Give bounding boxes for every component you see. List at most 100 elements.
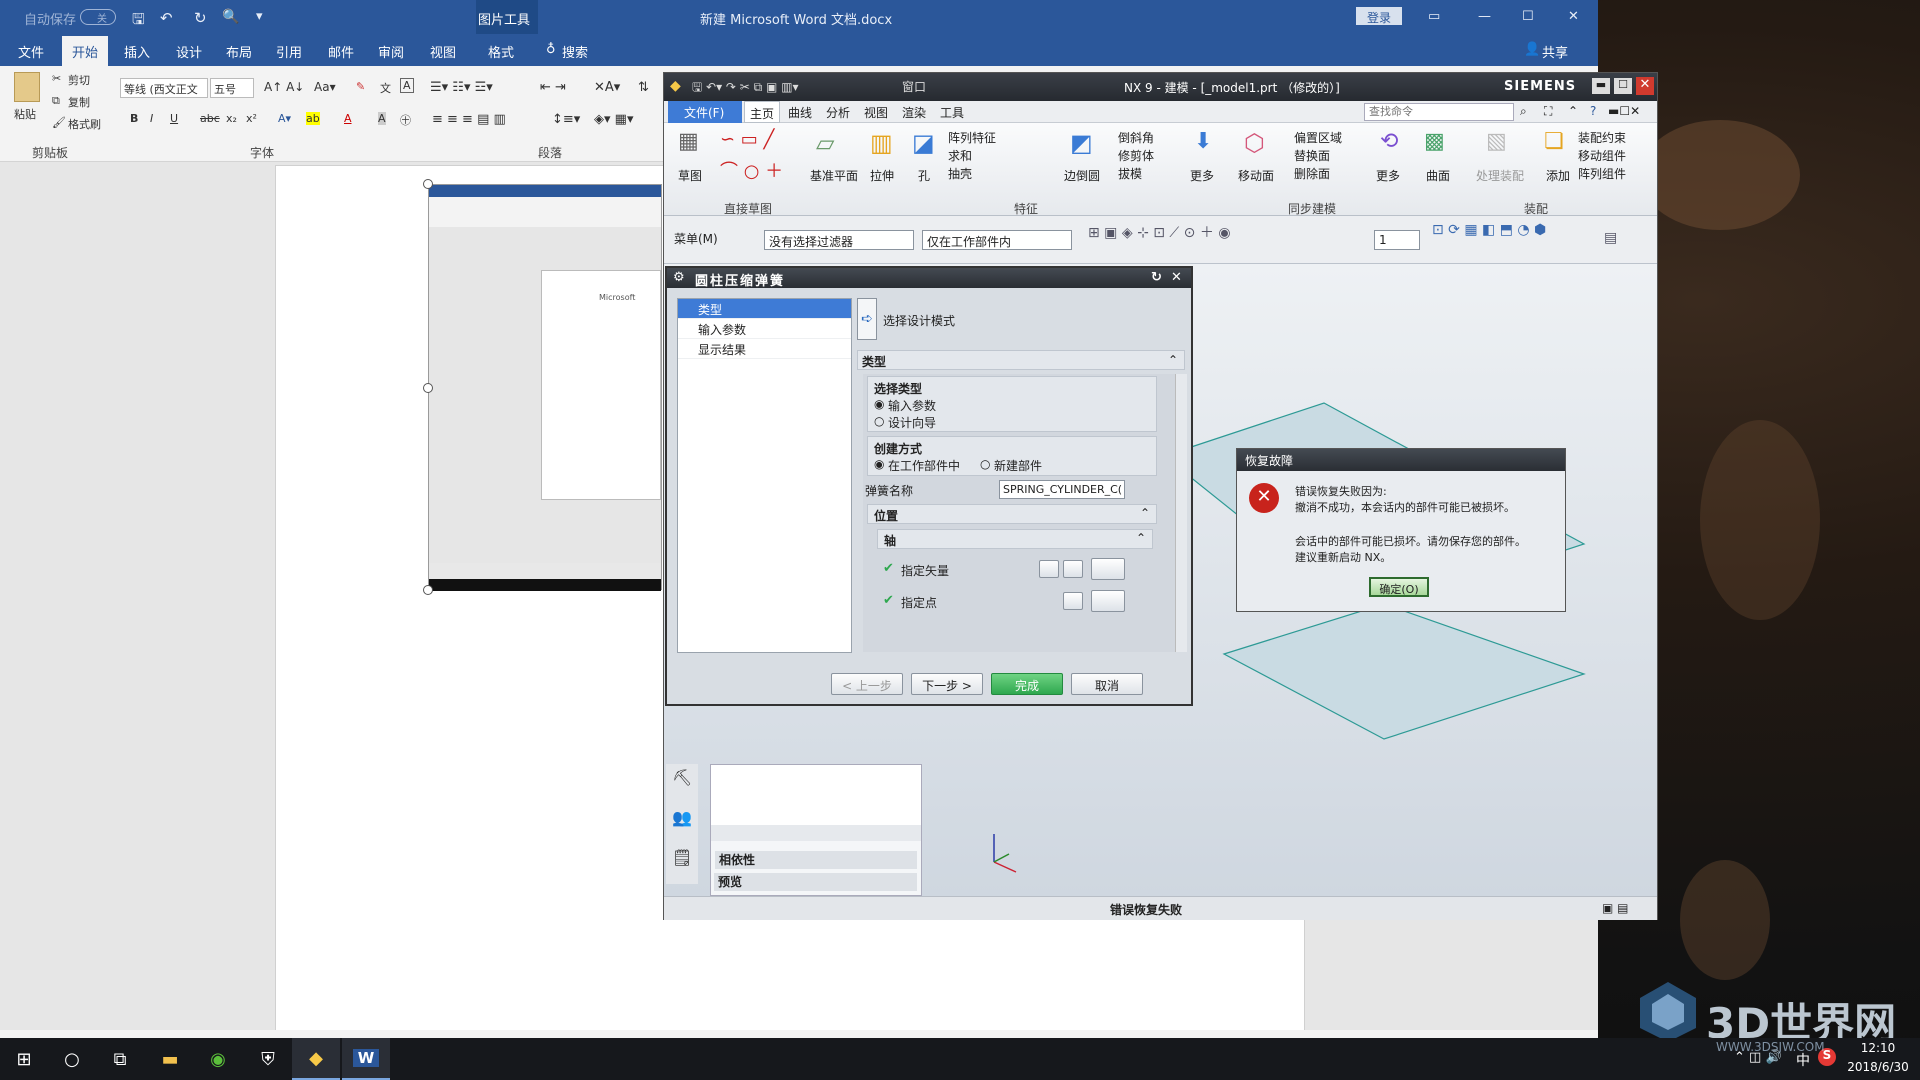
redo-icon[interactable]: ↻: [194, 9, 207, 27]
layer-select[interactable]: 1: [1374, 230, 1420, 250]
spring-name-input[interactable]: SPRING_CYLINDER_C(: [999, 480, 1125, 499]
browser-icon[interactable]: ◉: [194, 1038, 242, 1080]
cut-icon[interactable]: ✂: [52, 72, 61, 85]
position-section-header[interactable]: 位置 ⌃: [867, 504, 1157, 524]
highlight-icon[interactable]: ab: [306, 112, 320, 125]
superscript-icon[interactable]: x²: [246, 112, 257, 125]
collapse-icon[interactable]: ⌃: [1140, 506, 1150, 520]
share-button[interactable]: 共享: [1542, 42, 1568, 61]
more2-icon[interactable]: ⟲: [1380, 129, 1398, 154]
strikethrough-icon[interactable]: abc: [200, 112, 220, 125]
word-taskbar-icon[interactable]: W: [342, 1038, 390, 1080]
menu-curve[interactable]: 曲线: [788, 104, 812, 121]
sketch-button[interactable]: 草图: [678, 167, 702, 184]
sort-icon[interactable]: ⇅: [638, 80, 649, 95]
radio-new-part[interactable]: ○: [980, 457, 990, 471]
more-icon[interactable]: ⬇: [1194, 129, 1212, 154]
start-icon[interactable]: ⊞: [0, 1038, 48, 1080]
move-face-icon[interactable]: ⬡: [1244, 129, 1265, 157]
navigator-list[interactable]: [711, 765, 921, 825]
more2-button[interactable]: 更多: [1376, 167, 1400, 184]
print-preview-icon[interactable]: 🔍: [222, 9, 239, 25]
sketch-arc-tools-icon[interactable]: ⌒ ○ ＋: [720, 157, 783, 183]
offset-region-button[interactable]: 偏置区域: [1294, 129, 1342, 146]
point-type-dropdown[interactable]: [1091, 590, 1125, 612]
sub-window-controls-icon[interactable]: ▬☐✕: [1608, 104, 1640, 118]
nx-taskbar-icon[interactable]: ◆: [292, 1038, 340, 1080]
window-menu[interactable]: 窗口: [902, 78, 926, 95]
history-icon[interactable]: 🗒: [672, 848, 692, 867]
pattern-feature-button[interactable]: 阵列特征: [948, 129, 996, 146]
status-icons[interactable]: ▣ ▤: [1602, 901, 1629, 915]
ribbon-display-icon[interactable]: ▭: [1428, 9, 1440, 24]
replace-face-button[interactable]: 替换面: [1294, 147, 1330, 164]
shading-icon[interactable]: ◈▾ ▦▾: [594, 112, 633, 127]
collapse-ribbon-icon[interactable]: ⌃: [1568, 104, 1578, 118]
nx-quick-access-icon[interactable]: 🖫 ↶▾ ↷ ✂ ⧉ ▣ ▥▾: [692, 78, 799, 99]
hole-button[interactable]: 孔: [918, 167, 930, 184]
options-scrollbar[interactable]: [1175, 374, 1187, 652]
assembly-constraints-button[interactable]: 装配约束: [1578, 129, 1626, 146]
resize-handle[interactable]: [423, 179, 433, 189]
undo-icon[interactable]: ↶: [160, 9, 173, 27]
clear-format-icon[interactable]: ✎: [356, 80, 365, 93]
clock-date[interactable]: 2018/6/30: [1844, 1060, 1912, 1074]
format-painter-icon[interactable]: 🖌: [52, 116, 66, 129]
tab-insert[interactable]: 插入: [124, 42, 150, 61]
edge-blend-button[interactable]: 边倒圆: [1064, 167, 1100, 184]
character-shading-icon[interactable]: A: [378, 112, 386, 125]
search-icon[interactable]: ⌕: [1520, 104, 1527, 119]
selection-scope-select[interactable]: 仅在工作部件内: [922, 230, 1072, 250]
point-dialog-icon[interactable]: [1063, 592, 1083, 610]
reverse-direction-icon[interactable]: [1063, 560, 1083, 578]
login-button[interactable]: 登录: [1356, 7, 1402, 25]
part-navigator-icon[interactable]: ⛏: [672, 768, 692, 787]
axis-section-header[interactable]: 轴 ⌃: [877, 529, 1153, 549]
vector-dialog-icon[interactable]: [1039, 560, 1059, 578]
line-spacing-icon[interactable]: ↕≡▾: [552, 112, 580, 127]
ok-button[interactable]: 确定(O): [1369, 577, 1429, 597]
file-explorer-icon[interactable]: ▬: [146, 1038, 194, 1080]
extrude-button[interactable]: 拉伸: [870, 167, 894, 184]
subscript-icon[interactable]: x₂: [226, 112, 237, 125]
tab-home[interactable]: 开始: [62, 36, 109, 66]
nx-minimize-icon[interactable]: ▬: [1592, 78, 1610, 94]
step-type[interactable]: 类型: [678, 299, 851, 319]
menu-file[interactable]: 文件(F): [668, 101, 742, 123]
autosave-toggle[interactable]: 关: [80, 9, 116, 25]
tab-layout[interactable]: 布局: [226, 42, 252, 61]
copy-button[interactable]: 复制: [68, 94, 90, 110]
gear-icon[interactable]: ⚙: [673, 270, 685, 285]
font-size-select[interactable]: 五号: [210, 78, 254, 98]
search-tell-me[interactable]: 搜索: [562, 42, 588, 61]
tab-review[interactable]: 审阅: [378, 42, 404, 61]
tab-file[interactable]: 文件: [18, 42, 44, 61]
chinese-layout-icon[interactable]: ✕A▾: [594, 80, 620, 95]
paste-button[interactable]: 粘贴: [14, 106, 36, 122]
task-view-icon[interactable]: ⧉: [96, 1038, 144, 1080]
collapse-icon[interactable]: ⌃: [1168, 353, 1178, 367]
datum-plane-button[interactable]: 基准平面: [810, 167, 858, 184]
tab-mailings[interactable]: 邮件: [328, 42, 354, 61]
help-icon[interactable]: ?: [1590, 104, 1596, 118]
underline-icon[interactable]: U: [170, 112, 178, 125]
finish-button[interactable]: 完成: [991, 673, 1063, 695]
snap-tools-icon[interactable]: ⊞ ▣ ◈ ⊹ ⊡ ⟋ ⊙ ＋ ◉: [1088, 222, 1231, 242]
bullets-icon[interactable]: ☰▾ ☷▾ ☲▾: [430, 80, 493, 95]
tab-format[interactable]: 格式: [488, 42, 514, 61]
prev-button[interactable]: < 上一步: [831, 673, 903, 695]
surface-button[interactable]: 曲面: [1426, 167, 1450, 184]
navigator-scrollbar[interactable]: [711, 825, 921, 841]
nx-close-icon[interactable]: ✕: [1636, 77, 1654, 95]
type-section-header[interactable]: 类型 ⌃: [857, 350, 1185, 370]
dependencies-section[interactable]: 相依性: [715, 851, 917, 869]
step-show-results[interactable]: 显示结果: [678, 339, 851, 359]
edge-blend-icon[interactable]: ◩: [1070, 129, 1093, 157]
nx-maximize-icon[interactable]: ☐: [1614, 78, 1632, 94]
roles-icon[interactable]: 👥: [672, 808, 692, 827]
add-component-icon[interactable]: ❏: [1544, 129, 1564, 154]
security-icon[interactable]: ⛨: [244, 1038, 292, 1080]
clock-time[interactable]: 12:10: [1848, 1041, 1908, 1055]
view-tools-icon[interactable]: ⊡ ⟳ ▦ ◧ ⬒ ◔ ⬢: [1432, 222, 1546, 238]
more-button[interactable]: 更多: [1190, 167, 1214, 184]
